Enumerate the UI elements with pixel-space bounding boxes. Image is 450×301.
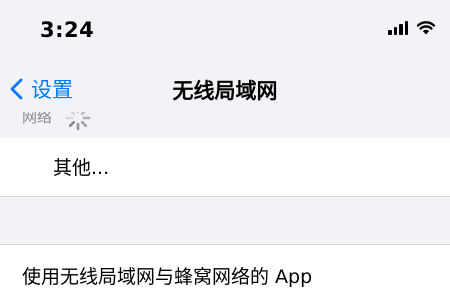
loading-spinner-icon [65,112,91,131]
networks-section-header: 网络 [0,112,450,139]
navigation-bar: 设置 无线局域网 [0,62,450,116]
status-bar: 3:24 [0,0,450,62]
apps-using-wlan-section: 使用无线局域网与蜂窝网络的 App [0,244,450,301]
cellular-signal-icon [388,21,408,35]
status-icons [388,20,436,35]
network-list: 其他... [0,138,450,197]
other-network-item[interactable]: 其他... [53,153,109,180]
section-header-label: 网络 [22,112,53,126]
wifi-icon [416,21,436,35]
page-title: 无线局域网 [172,79,278,103]
apps-using-wlan-item[interactable]: 使用无线局域网与蜂窝网络的 App [22,262,312,289]
status-time: 3:24 [40,18,95,42]
